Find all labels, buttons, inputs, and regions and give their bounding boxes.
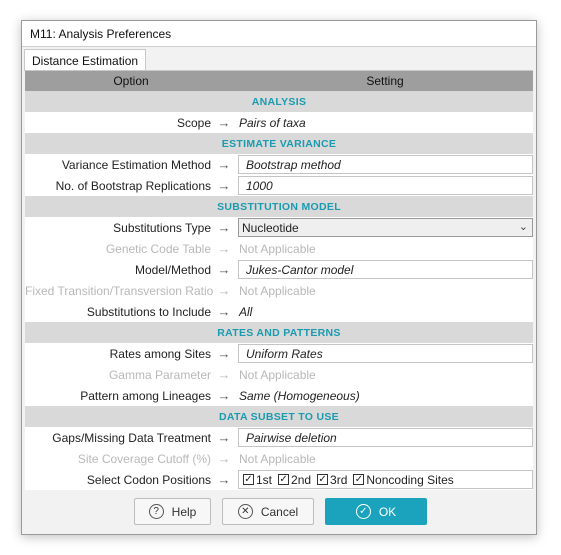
arrow-icon: → [217,283,231,298]
row-fixed-ratio: Fixed Transition/Transversion Ratio → No… [25,280,533,301]
substitutions-include-value[interactable]: All [237,305,533,319]
row-bootstrap-reps: No. of Bootstrap Replications → 1000 [25,175,533,196]
selected-value: Nucleotide [242,220,299,235]
cancel-button[interactable]: ✕ Cancel [222,498,314,525]
section-analysis: ANALYSIS [25,91,533,112]
arrow-icon: → [217,262,231,277]
section-title: ESTIMATE VARIANCE [221,137,337,150]
rates-sites-field[interactable]: Uniform Rates [238,344,533,363]
row-scope: Scope → Pairs of taxa [25,112,533,133]
arrow-icon: → [217,451,231,466]
row-gaps: Gaps/Missing Data Treatment → Pairwise d… [25,427,533,448]
checkmark-icon: ✓ [317,473,329,485]
tab-distance-estimation[interactable]: Distance Estimation [24,49,147,71]
row-pattern-lineages: Pattern among Lineages → Same (Homogeneo… [25,385,533,406]
section-title: DATA SUBSET TO USE [219,410,339,423]
option-label: Model/Method [134,262,211,277]
option-label: Pattern among Lineages [80,388,211,403]
checkbox-1st[interactable]: ✓ 1st [243,473,272,487]
option-label: Variance Estimation Method [61,157,211,172]
arrow-icon: → [217,430,231,445]
pattern-value[interactable]: Same (Homogeneous) [237,389,533,403]
title-bar: M11: Analysis Preferences [22,21,536,47]
checkbox-3rd[interactable]: ✓ 3rd [317,473,347,487]
gamma-value: Not Applicable [239,367,316,382]
tab-strip: Distance Estimation [22,47,536,71]
arrow-icon: → [217,472,231,487]
row-variance-method: Variance Estimation Method → Bootstrap m… [25,154,533,175]
row-substitutions-include: Substitutions to Include → All [25,301,533,322]
arrow-icon: → [217,304,231,319]
section-substitution-model: SUBSTITUTION MODEL [25,196,533,217]
option-label: Genetic Code Table [105,241,211,256]
preferences-grid: Option Setting ANALYSIS Scope → Pairs of… [25,70,533,491]
option-label: Gamma Parameter [108,367,211,382]
arrow-icon: → [217,367,231,382]
grid-header: Option Setting [25,71,533,91]
check-circle-icon: ✓ [355,504,371,519]
arrow-icon: → [217,388,231,403]
cancel-label: Cancel [260,504,299,519]
row-site-coverage: Site Coverage Cutoff (%) → Not Applicabl… [25,448,533,469]
checkmark-icon: ✓ [278,473,290,485]
window-title: M11: Analysis Preferences [30,26,172,41]
section-title: SUBSTITUTION MODEL [217,200,341,213]
fixed-ratio-value: Not Applicable [239,283,316,298]
x-circle-icon: ✕ [237,504,253,519]
arrow-icon: → [217,220,231,235]
row-codon-positions: Select Codon Positions → ✓ 1st ✓ 2nd ✓ 3rd … [25,469,533,490]
site-coverage-value: Not Applicable [239,451,316,466]
row-model-method: Model/Method → Jukes-Cantor model [25,259,533,280]
ok-label: OK [378,504,397,519]
genetic-code-value: Not Applicable [239,241,316,256]
checkbox-noncoding[interactable]: ✓ Noncoding Sites [353,472,454,487]
arrow-icon: → [217,157,231,172]
arrow-icon: → [217,346,231,361]
option-label: Gaps/Missing Data Treatment [52,430,211,445]
option-label: Substitutions Type [113,220,211,235]
option-label: No. of Bootstrap Replications [55,178,211,193]
ok-button[interactable]: ✓ OK [325,498,427,525]
analysis-preferences-dialog: M11: Analysis Preferences Distance Estim… [21,20,537,535]
option-label: Scope [176,115,211,130]
checkbox-label: Noncoding Sites [366,472,454,487]
checkbox-label: 2nd [291,472,312,487]
checkmark-icon: ✓ [353,473,365,485]
header-setting: Setting [366,74,404,88]
codon-positions-group: ✓ 1st ✓ 2nd ✓ 3rd ✓ Noncoding Sites [238,470,533,489]
row-substitutions-type: Substitutions Type → Nucleotide ⌄ [25,217,533,238]
header-option: Option [113,74,149,88]
section-data-subset: DATA SUBSET TO USE [25,406,533,427]
option-label: Rates among Sites [109,346,211,361]
arrow-icon: → [217,178,231,193]
section-rates-patterns: RATES AND PATTERNS [25,322,533,343]
section-estimate-variance: ESTIMATE VARIANCE [25,133,533,154]
substitutions-type-select[interactable]: Nucleotide ⌄ [238,218,533,237]
option-label: Substitutions to Include [86,304,211,319]
help-label: Help [171,504,197,519]
option-label: Site Coverage Cutoff (%) [77,451,211,466]
section-title: ANALYSIS [251,95,307,108]
arrow-icon: → [217,241,231,256]
button-bar: ? Help ✕ Cancel ✓ OK [22,490,536,534]
bootstrap-reps-field[interactable]: 1000 [238,176,533,195]
checkbox-label: 3rd [330,472,348,487]
section-title: RATES AND PATTERNS [217,326,341,339]
gaps-treatment-field[interactable]: Pairwise deletion [238,428,533,447]
row-genetic-code: Genetic Code Table → Not Applicable [25,238,533,259]
checkbox-2nd[interactable]: ✓ 2nd [278,473,311,487]
checkbox-label: 1st [256,472,273,487]
row-gamma: Gamma Parameter → Not Applicable [25,364,533,385]
help-button[interactable]: ? Help [134,498,211,525]
variance-method-field[interactable]: Bootstrap method [238,155,533,174]
checkmark-icon: ✓ [243,473,254,485]
option-label: Select Codon Positions [86,472,211,487]
model-method-field[interactable]: Jukes-Cantor model [238,260,533,279]
scope-value: Pairs of taxa [239,115,306,130]
row-rates-sites: Rates among Sites → Uniform Rates [25,343,533,364]
question-circle-icon: ? [148,504,164,519]
chevron-down-icon: ⌄ [518,221,528,233]
arrow-icon: → [217,115,231,130]
option-label: Fixed Transition/Transversion Ratio [25,283,214,298]
